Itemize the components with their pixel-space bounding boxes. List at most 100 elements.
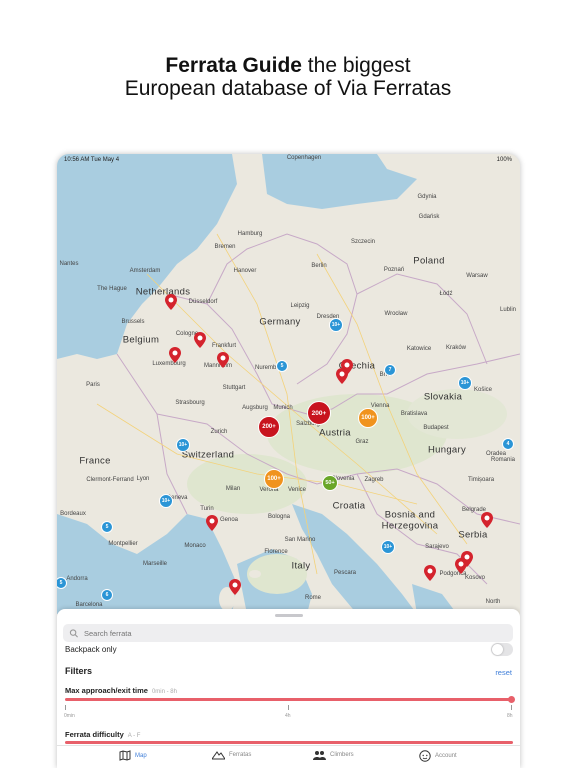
map-label-city: Turin bbox=[200, 506, 214, 512]
cluster-count: 5 bbox=[59, 580, 63, 586]
map-view[interactable]: Germany Poland France Austria Italy Swit… bbox=[57, 154, 520, 614]
map-label-city: Graz bbox=[355, 439, 369, 445]
map-label-city: Stuttgart bbox=[222, 385, 246, 391]
ferrata-pin[interactable] bbox=[217, 352, 229, 368]
search-icon bbox=[69, 628, 78, 637]
ferrata-pin[interactable] bbox=[194, 332, 206, 348]
sheet-grabber[interactable] bbox=[275, 614, 303, 617]
reset-button[interactable]: reset bbox=[495, 668, 512, 677]
ferrata-pin[interactable] bbox=[481, 512, 493, 528]
map-label-city: Zagreb bbox=[364, 477, 384, 483]
filters-title: Filters bbox=[65, 666, 93, 676]
ferrata-pin[interactable] bbox=[461, 551, 473, 567]
cluster-marker[interactable]: 10+ bbox=[329, 318, 343, 332]
slider-tick bbox=[511, 705, 512, 710]
ferrata-pin[interactable] bbox=[336, 368, 348, 384]
map-label-city: Bremen bbox=[214, 244, 236, 250]
search-input[interactable] bbox=[82, 627, 486, 639]
slider-handle[interactable] bbox=[508, 696, 515, 703]
tab-climbers[interactable]: Climbers bbox=[313, 750, 354, 760]
map-label-city: Poznań bbox=[383, 267, 405, 273]
backpack-only-label: Backpack only bbox=[65, 645, 117, 654]
cluster-marker[interactable]: 200+ bbox=[258, 416, 280, 438]
map-label-country: Bosnia and bbox=[384, 509, 436, 521]
cluster-count: 4 bbox=[506, 441, 510, 447]
map-label-city: Bordeaux bbox=[60, 511, 86, 517]
tab-ferratas[interactable]: Ferratas bbox=[212, 750, 251, 760]
map-label-city: Timișoara bbox=[467, 477, 495, 483]
map-label-country: Romania bbox=[490, 457, 516, 463]
cluster-count: 10+ bbox=[331, 322, 341, 328]
tab-map[interactable]: Map bbox=[119, 750, 147, 761]
map-label-city: Szczecin bbox=[350, 239, 376, 245]
map-label-country: Serbia bbox=[458, 529, 488, 541]
approach-filter-label: Max approach/exit time 0min - 8h bbox=[65, 686, 177, 695]
map-label-city: Vienna bbox=[370, 403, 390, 409]
map-label-city: Hamburg bbox=[237, 231, 263, 237]
ferrata-pin[interactable] bbox=[424, 565, 436, 581]
map-label-city: Clermont-Ferrand bbox=[86, 477, 134, 483]
map-label-city: Katowice bbox=[406, 346, 432, 352]
map-label-country: Switzerland bbox=[181, 449, 235, 461]
backpack-only-toggle[interactable] bbox=[491, 643, 513, 656]
slider-tick bbox=[288, 705, 289, 710]
cluster-count: 100+ bbox=[267, 476, 281, 482]
cluster-count: 6 bbox=[105, 592, 109, 598]
cluster-marker[interactable]: 50+ bbox=[322, 475, 338, 491]
map-label-country: Kosovo bbox=[464, 575, 486, 581]
map-label-country: Croatia bbox=[332, 500, 366, 512]
cluster-marker[interactable]: 7 bbox=[384, 364, 396, 376]
map-label-city: Gdynia bbox=[417, 194, 437, 200]
map-label-country: Hungary bbox=[427, 444, 467, 456]
map-label-city: San Marino bbox=[284, 537, 316, 543]
cluster-marker[interactable]: 5 bbox=[101, 521, 113, 533]
map-label-city: Zurich bbox=[210, 429, 228, 435]
difficulty-filter-title: Ferrata difficulty bbox=[65, 730, 124, 739]
map-label-city: Amsterdam bbox=[129, 268, 161, 274]
map-label-city: Augsburg bbox=[242, 405, 268, 411]
difficulty-slider[interactable] bbox=[65, 741, 513, 744]
map-label-country: Netherlands bbox=[135, 286, 191, 298]
map-label-city: Monaco bbox=[184, 543, 206, 549]
cluster-count: 10+ bbox=[460, 380, 470, 386]
map-label-country: Belgium bbox=[122, 334, 160, 346]
map-label-city: Frankfurt bbox=[211, 343, 237, 349]
cluster-marker[interactable]: 6 bbox=[101, 589, 113, 601]
ferrata-pin[interactable] bbox=[229, 579, 241, 595]
cluster-marker[interactable]: 100+ bbox=[264, 469, 284, 489]
map-label-city: Marseille bbox=[142, 561, 168, 567]
map-label-city: Gdańsk bbox=[418, 214, 440, 220]
map-label-city: Bologna bbox=[267, 514, 291, 520]
approach-filter-range: 0min - 8h bbox=[151, 689, 177, 695]
approach-time-slider[interactable] bbox=[65, 696, 515, 703]
cluster-marker[interactable]: 10+ bbox=[458, 376, 472, 390]
ferrata-pin[interactable] bbox=[165, 294, 177, 310]
cluster-marker[interactable]: 10+ bbox=[381, 540, 395, 554]
cluster-count: 200+ bbox=[311, 409, 327, 417]
cluster-count: 5 bbox=[105, 524, 109, 530]
map-label-city: Wrocław bbox=[384, 311, 408, 317]
map-label-city: Genoa bbox=[219, 517, 239, 523]
map-label-country: Herzegovina bbox=[381, 520, 439, 532]
tab-account[interactable]: Account bbox=[419, 750, 457, 762]
ferrata-pin[interactable] bbox=[206, 515, 218, 531]
map-label-city: The Hague bbox=[97, 286, 127, 292]
tab-label: Climbers bbox=[330, 752, 354, 758]
status-bar: 10:56 AM Tue May 4 100% bbox=[57, 154, 520, 166]
status-time: 10:56 AM Tue May 4 bbox=[64, 157, 120, 163]
cluster-marker[interactable]: 10+ bbox=[176, 438, 190, 452]
map-icon bbox=[119, 750, 131, 761]
tablet-screen: 10:56 AM Tue May 4 100% Germany Poland F… bbox=[57, 154, 520, 768]
slider-tick-label: 0min bbox=[64, 713, 75, 719]
map-label-city: Montpellier bbox=[108, 541, 138, 547]
cluster-marker[interactable]: 10+ bbox=[159, 494, 173, 508]
cluster-marker[interactable]: 4 bbox=[502, 438, 514, 450]
cluster-marker[interactable]: 5 bbox=[276, 360, 288, 372]
cluster-marker[interactable]: 100+ bbox=[358, 408, 378, 428]
map-label-city: Košice bbox=[473, 387, 493, 393]
ferrata-pin[interactable] bbox=[169, 347, 181, 363]
map-label-city: Warsaw bbox=[466, 273, 488, 279]
search-bar[interactable] bbox=[63, 624, 513, 642]
map-label-city: Brussels bbox=[121, 319, 145, 325]
cluster-marker[interactable]: 200+ bbox=[307, 401, 331, 425]
